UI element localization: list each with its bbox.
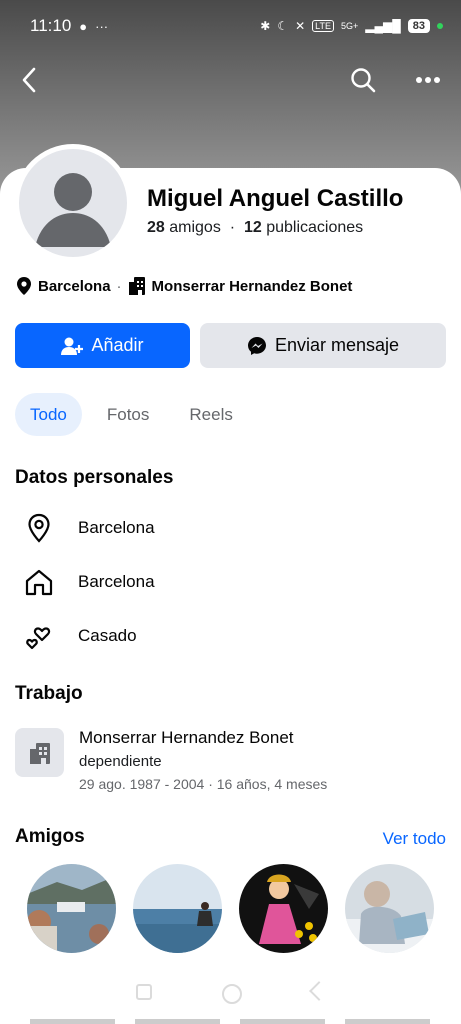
personal-details-title: Datos personales [15,467,174,488]
bluetooth-icon: ✱ [260,19,271,33]
dot-separator: · [225,219,240,236]
chat-bubble-icon: ● [79,18,88,34]
work-title: Trabajo [15,683,83,704]
tab-todo[interactable]: Todo [15,393,82,436]
friends-count: 28 [147,219,165,236]
friends-label[interactable]: amigos [169,219,221,236]
personal-item-location[interactable]: Barcelona [22,510,155,546]
more-options-button[interactable] [412,64,444,96]
location-pin-icon [17,277,31,295]
more-notifications-icon: ··· [95,18,109,34]
friends-title: Amigos [15,826,85,847]
tab-reels[interactable]: Reels [174,393,247,436]
search-button[interactable] [347,64,379,96]
system-navigation [0,981,461,1004]
hearts-icon [26,627,51,650]
personal-item-hometown[interactable]: Barcelona [22,564,155,600]
tab-fotos[interactable]: Fotos [92,393,165,436]
profile-info-line: Barcelona · Monserrar Hernandez Bonet [16,276,352,296]
friend-photo[interactable] [239,864,328,953]
mute-icon: ✕ [295,19,306,33]
more-dots-icon [416,77,440,83]
add-friend-icon [61,337,84,355]
dot-separator: · [116,277,122,295]
workplace-building-icon [15,728,64,777]
personal-item-relationship[interactable]: Casado [22,618,137,654]
personal-hometown-text: Barcelona [78,572,155,591]
see-all-friends-link[interactable]: Ver todo [383,829,446,849]
info-location[interactable]: Barcelona [38,278,111,295]
work-company: Monserrar Hernandez Bonet [79,728,294,747]
work-role: dependiente [79,753,162,770]
personal-location-text: Barcelona [78,518,155,537]
system-back-icon[interactable] [308,981,329,1001]
friends-grid [27,864,434,953]
friend-photo[interactable] [133,864,222,953]
back-arrow-icon [22,67,36,93]
work-entry[interactable]: Monserrar Hernandez Bonet dependiente 29… [15,728,327,792]
messenger-icon [247,336,266,355]
work-dates: 29 ago. 1987 - 2004 · 16 años, 4 meses [79,776,328,792]
home-button-icon[interactable] [221,984,242,1004]
recents-icon[interactable] [135,984,152,1000]
search-icon [351,68,376,93]
profile-stats: 28 amigos · 12 publicaciones [147,219,363,237]
battery-level: 83 [407,19,430,33]
posts-label: publicaciones [266,219,364,236]
status-time: 11:10 [30,16,72,35]
volte-icon: LTE [312,20,335,32]
info-workplace[interactable]: Monserrar Hernandez Bonet [152,278,353,295]
location-pin-icon [28,513,50,543]
moon-icon: ☾ [277,19,289,33]
friend-photo[interactable] [27,864,116,953]
back-button[interactable] [13,64,45,96]
send-message-button[interactable]: Enviar mensaje [200,323,446,368]
send-message-label: Enviar mensaje [274,335,400,355]
signal-icon: ▂▄▆█ [365,19,401,33]
personal-relationship-text: Casado [78,626,137,645]
top-navigation [0,58,461,102]
privacy-dot-icon [437,23,443,29]
profile-tabs: Todo Fotos Reels [15,393,258,436]
status-bar: 11:10 ● ··· ✱ ☾ ✕ LTE 5G+ ▂▄▆█ 83 [0,0,461,52]
default-avatar-icon [19,149,127,257]
home-icon [25,569,53,596]
add-friend-button[interactable]: Añadir [15,323,190,368]
network-label: 5G+ [341,21,359,31]
building-icon [128,277,145,295]
posts-count: 12 [243,219,262,236]
add-friend-label: Añadir [91,335,144,355]
next-content-preview [30,1019,430,1024]
profile-avatar[interactable] [14,144,132,262]
friend-photo[interactable] [345,864,434,953]
profile-name: Miguel Anguel Castillo [147,185,404,212]
